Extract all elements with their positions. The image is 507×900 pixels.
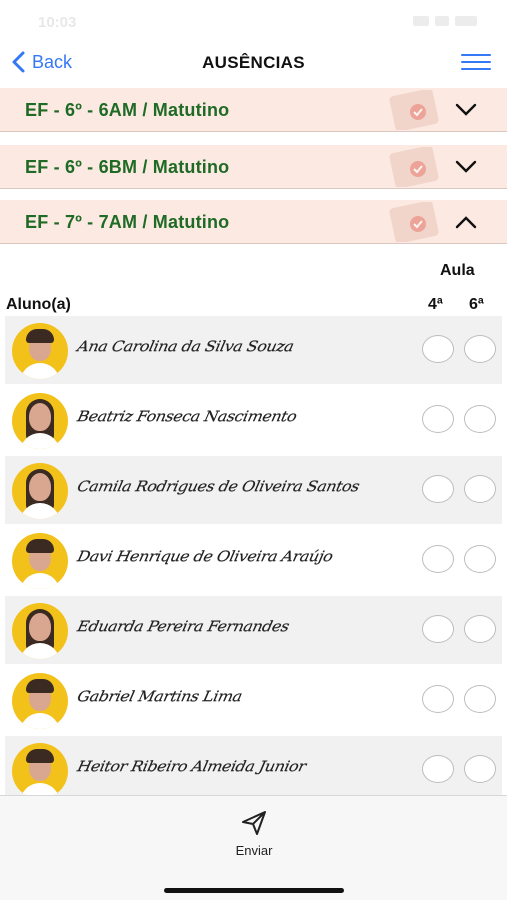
student-row: Heitor Ribeiro Almeida Junior — [5, 736, 502, 795]
avatar — [12, 743, 68, 795]
avatar — [12, 463, 68, 519]
absence-toggle-period-4[interactable] — [422, 755, 454, 783]
student-row: Camila Rodrigues de Oliveira Santos — [5, 456, 502, 524]
section-header-6am[interactable]: EF - 6º - 6AM / Matutino — [0, 88, 507, 132]
student-row: Eduarda Pereira Fernandes — [5, 596, 502, 664]
student-name: Camila Rodrigues de Oliveira Santos — [75, 477, 361, 495]
section-header-6bm[interactable]: EF - 6º - 6BM / Matutino — [0, 145, 507, 189]
status-bar: 10:03 — [0, 0, 507, 44]
student-name: Eduarda Pereira Fernandes — [75, 617, 291, 635]
avatar — [12, 673, 68, 729]
section-title: EF - 6º - 6AM / Matutino — [25, 100, 230, 120]
student-name: Davi Henrique de Oliveira Araújo — [75, 547, 335, 565]
signal-icon — [413, 16, 429, 26]
attendance-card-icon — [389, 90, 439, 130]
student-row: Ana Carolina da Silva Souza — [5, 316, 502, 384]
section-title: EF - 7º - 7AM / Matutino — [25, 212, 230, 232]
absence-toggle-period-4[interactable] — [422, 405, 454, 433]
absence-toggle-period-6[interactable] — [464, 405, 496, 433]
avatar — [12, 323, 68, 379]
hamburger-icon — [461, 54, 491, 56]
absence-toggle-period-4[interactable] — [422, 545, 454, 573]
attendance-card-icon — [389, 147, 439, 187]
avatar — [12, 393, 68, 449]
student-name: Gabriel Martins Lima — [75, 687, 244, 705]
battery-icon — [455, 16, 477, 26]
page-title: AUSÊNCIAS — [202, 53, 305, 72]
absence-toggle-period-4[interactable] — [422, 685, 454, 713]
student-name: Ana Carolina da Silva Souza — [75, 337, 296, 355]
absence-toggle-period-6[interactable] — [464, 335, 496, 363]
period-header-6: 6ª — [469, 296, 484, 313]
chevron-down-icon — [455, 160, 477, 173]
bottom-bar: Enviar — [0, 795, 507, 900]
status-icons — [413, 16, 477, 26]
wifi-icon — [435, 16, 449, 26]
absence-toggle-period-6[interactable] — [464, 755, 496, 783]
absence-toggle-period-6[interactable] — [464, 615, 496, 643]
period-header-4: 4ª — [428, 296, 443, 313]
status-time: 10:03 — [38, 14, 77, 31]
student-row: Beatriz Fonseca Nascimento — [5, 386, 502, 454]
student-row: Gabriel Martins Lima — [5, 666, 502, 734]
send-label: Enviar — [235, 843, 273, 858]
chevron-down-icon — [455, 103, 477, 116]
student-name: Beatriz Fonseca Nascimento — [75, 407, 299, 425]
attendance-card-icon — [389, 202, 439, 242]
student-list[interactable]: Ana Carolina da Silva Souza Beatriz Fons… — [0, 316, 507, 795]
home-indicator — [164, 888, 344, 893]
navigation-bar: Back AUSÊNCIAS — [0, 44, 507, 88]
absence-toggle-period-4[interactable] — [422, 475, 454, 503]
absence-toggle-period-6[interactable] — [464, 545, 496, 573]
absence-toggle-period-4[interactable] — [422, 335, 454, 363]
avatar — [12, 533, 68, 589]
section-title: EF - 6º - 6BM / Matutino — [25, 157, 230, 177]
menu-button[interactable] — [461, 54, 491, 74]
student-column-header: Aluno(a) — [6, 296, 71, 313]
absence-toggle-period-4[interactable] — [422, 615, 454, 643]
absence-toggle-period-6[interactable] — [464, 475, 496, 503]
avatar — [12, 603, 68, 659]
send-button[interactable]: Enviar — [222, 810, 286, 858]
chevron-up-icon — [455, 216, 477, 229]
student-row: Davi Henrique de Oliveira Araújo — [5, 526, 502, 594]
absence-toggle-period-6[interactable] — [464, 685, 496, 713]
send-icon — [242, 811, 266, 835]
section-header-7am[interactable]: EF - 7º - 7AM / Matutino — [0, 200, 507, 244]
aula-header: Aula — [440, 262, 475, 279]
student-name: Heitor Ribeiro Almeida Junior — [75, 757, 308, 775]
